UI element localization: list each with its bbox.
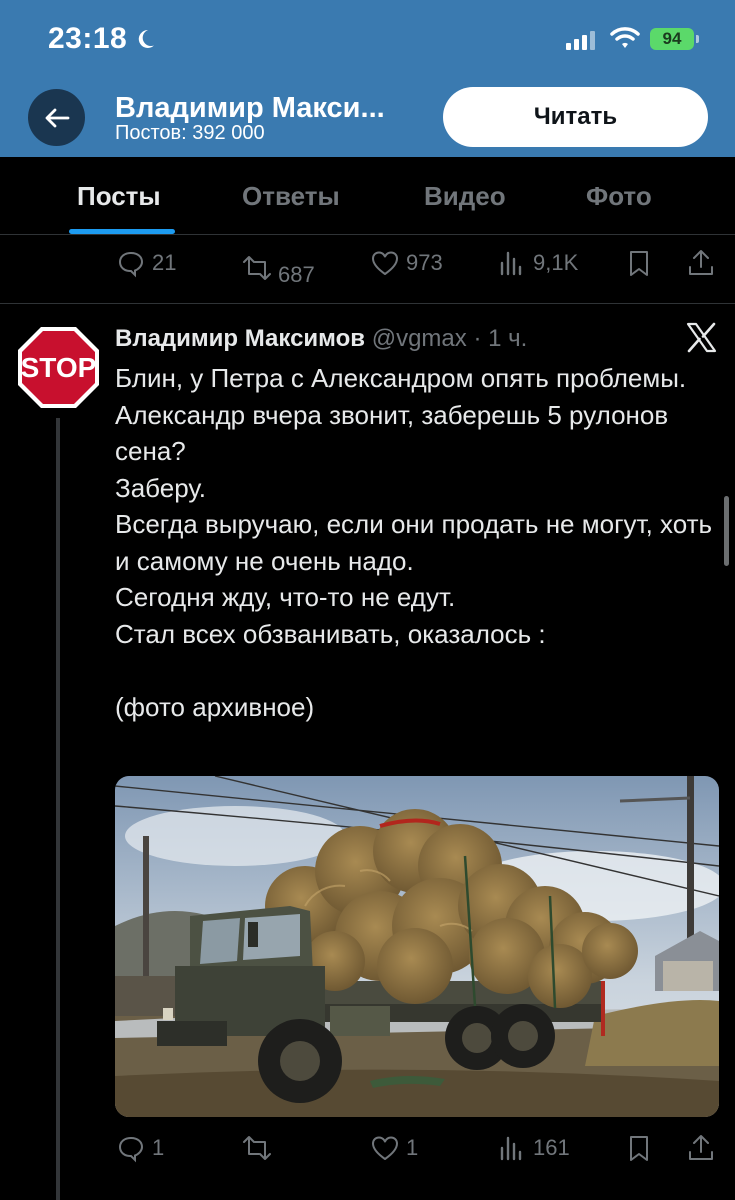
reply-icon (118, 1136, 144, 1163)
heart-icon (372, 251, 398, 275)
reply-icon (118, 251, 144, 278)
reply-count: 21 (152, 250, 177, 275)
battery-icon: 94 (650, 28, 699, 50)
scrollbar[interactable] (724, 496, 729, 566)
profile-name: Владимир Макси... (115, 92, 385, 124)
reply-count: 1 (152, 1135, 165, 1160)
tab-photo[interactable]: Фото (586, 181, 652, 212)
reply-button[interactable]: 1 (116, 1133, 164, 1163)
tweet-text: Блин, у Петра с Александром опять пробле… (115, 363, 713, 722)
tab-video[interactable]: Видео (424, 181, 506, 212)
tweet-header: Владимир Максимов @vgmax · 1 ч. (115, 325, 527, 353)
views-count: 161 (533, 1135, 570, 1160)
x-logo-icon (686, 322, 717, 353)
tweet-photo[interactable] (115, 776, 719, 1117)
repost-button[interactable]: 687 (242, 248, 315, 288)
profile-header: 23:18 94 Владимир Макси... Постов: 392 0… (0, 0, 735, 157)
avatar[interactable]: STOP (16, 325, 101, 410)
avatar-stop-text: STOP (21, 352, 97, 383)
repost-count: 687 (278, 262, 315, 287)
bookmark-icon (630, 1136, 648, 1161)
views-icon (500, 1136, 522, 1161)
bookmark-icon (630, 251, 648, 276)
wifi-icon (610, 27, 640, 48)
battery-level: 94 (662, 29, 682, 48)
status-bar: 23:18 94 (0, 0, 735, 80)
bookmark-button[interactable] (624, 248, 654, 278)
post-count: Постов: 392 000 (115, 122, 265, 144)
repost-icon (243, 1136, 271, 1160)
cellular-signal-icon (566, 30, 595, 50)
share-icon (689, 1135, 713, 1160)
like-count: 973 (406, 250, 443, 275)
repost-icon (243, 256, 271, 280)
thread-line (56, 418, 60, 1200)
read-button[interactable]: Читать (443, 87, 708, 147)
share-button[interactable] (686, 1133, 716, 1163)
active-tab-indicator (69, 229, 175, 234)
prev-tweet-actions: 21 687 973 9,1K (0, 248, 735, 288)
like-button[interactable]: 1 (370, 1133, 418, 1163)
tab-replies[interactable]: Ответы (242, 181, 340, 212)
tweet-time[interactable]: 1 ч. (488, 325, 527, 352)
share-icon (689, 250, 713, 275)
tweet-actions: 1 1 161 (0, 1133, 735, 1173)
profile-tabs: Посты Ответы Видео Фото (0, 157, 735, 235)
back-button[interactable] (28, 89, 85, 146)
clock-text: 23:18 (48, 22, 128, 55)
author-handle[interactable]: @vgmax (372, 325, 467, 352)
views-count: 9,1K (533, 250, 579, 275)
separator-dot: · (473, 325, 482, 352)
clock: 23:18 (48, 22, 157, 56)
views-button[interactable]: 9,1K (497, 248, 578, 278)
tab-posts[interactable]: Посты (77, 181, 161, 212)
author-name[interactable]: Владимир Максимов (115, 325, 365, 352)
tweet-divider (0, 303, 735, 304)
like-button[interactable]: 973 (370, 248, 443, 278)
reply-button[interactable]: 21 (116, 248, 176, 278)
share-button[interactable] (686, 248, 716, 278)
views-button[interactable]: 161 (497, 1133, 570, 1163)
moon-icon (139, 29, 155, 48)
repost-button[interactable] (242, 1133, 278, 1163)
arrow-left-icon (45, 108, 69, 127)
bookmark-button[interactable] (624, 1133, 654, 1163)
like-count: 1 (406, 1135, 419, 1160)
views-icon (500, 251, 522, 276)
heart-icon (372, 1136, 398, 1160)
hay-truck-image (115, 776, 719, 1117)
